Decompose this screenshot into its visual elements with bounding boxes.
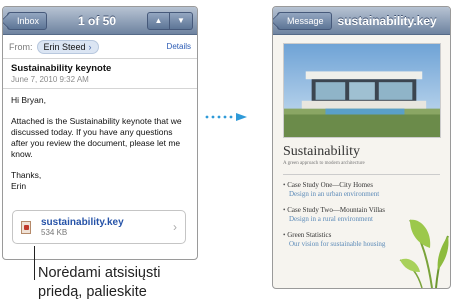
document-title: sustainability.key: [337, 13, 437, 28]
sender-name: Erin Steed: [43, 41, 86, 52]
document-nav-bar: Message sustainability.key: [273, 7, 450, 35]
message-arrows: ▲ ▼: [147, 11, 193, 30]
from-label: From:: [9, 41, 33, 52]
next-message-button[interactable]: ▼: [170, 11, 193, 30]
attachment-item[interactable]: sustainability.key 534 KB ›: [12, 210, 186, 244]
email-paragraph: Attached is the Sustainability keynote t…: [11, 116, 182, 159]
leaf-decoration-icon: [399, 219, 449, 288]
chevron-right-icon: ›: [173, 220, 177, 234]
inbox-back-label: Inbox: [17, 15, 40, 26]
attachment-info: sustainability.key 534 KB: [41, 217, 124, 237]
details-link[interactable]: Details: [167, 42, 191, 51]
email-date: June 7, 2010 9:32 AM: [11, 75, 89, 84]
message-back-label: Message: [287, 15, 324, 26]
case-item: Case Study One—City Homes Design in an u…: [283, 181, 440, 198]
document-viewer: Message sustainability.key Sustainabilit…: [272, 6, 451, 289]
attachment-name: sustainability.key: [41, 217, 124, 228]
divider: [283, 174, 440, 175]
email-closing: Thanks,: [11, 170, 42, 180]
house-photo: [283, 43, 441, 138]
email-body: Hi Bryan, Attached is the Sustainability…: [3, 89, 197, 198]
attachment-size: 534 KB: [41, 228, 68, 237]
document-subheading: A green approach to modern architecture: [283, 161, 365, 166]
inbox-back-button[interactable]: Inbox: [7, 11, 48, 30]
callout-line-2: priedą, palieskite: [38, 284, 147, 300]
dotted-arrow-icon: [205, 113, 247, 121]
previous-message-button[interactable]: ▲: [147, 11, 170, 30]
case-description: Design in an urban environment: [289, 190, 380, 198]
document-heading: Sustainability: [283, 144, 360, 159]
message-counter: 1 of 50: [78, 13, 117, 28]
message-back-button[interactable]: Message: [277, 11, 332, 30]
chevron-right-icon: ›: [88, 41, 92, 52]
callout-text: Norėdami atsisiųsti priedą, palieskite: [38, 264, 161, 302]
case-title: Case Study One—City Homes: [283, 181, 440, 189]
callout-line-1: Norėdami atsisiųsti: [38, 265, 161, 281]
email-subject: Sustainability keynote: [11, 63, 112, 74]
keynote-file-icon: [21, 220, 31, 234]
email-signature: Erin: [11, 181, 27, 191]
from-row: From: Erin Steed › Details: [3, 35, 197, 59]
callout-line: [34, 246, 35, 280]
sender-chip[interactable]: Erin Steed ›: [36, 39, 99, 54]
subject-block: Sustainability keynote June 7, 2010 9:32…: [3, 59, 197, 89]
email-nav-bar: Inbox 1 of 50 ▲ ▼: [3, 7, 197, 35]
email-greeting: Hi Bryan,: [11, 95, 46, 105]
